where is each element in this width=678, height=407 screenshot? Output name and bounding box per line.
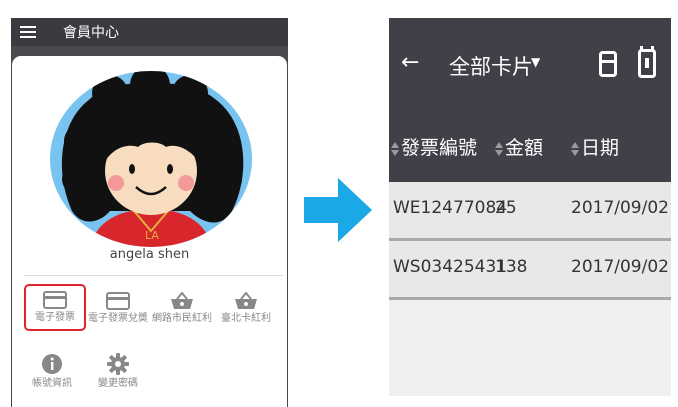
menu-label: 帳號資訊 <box>32 378 72 389</box>
card-icon <box>106 292 130 310</box>
menu-change-password[interactable]: 變更密碼 <box>88 353 148 389</box>
column-header-invoice-number[interactable]: 發票編號 <box>391 133 477 160</box>
menu-label: 變更密碼 <box>98 378 138 389</box>
transition-arrow-icon <box>300 176 376 248</box>
menu-label: 網路市民紅利 <box>152 313 212 324</box>
menu-label: 電子發票兌獎 <box>88 313 148 324</box>
profile-card: LA angela shen 電子發票 電子發票兌獎 網路市民紅利 臺北卡紅利 … <box>12 56 287 407</box>
table-header: 發票編號 金額 日期 <box>389 108 671 182</box>
back-arrow-icon[interactable]: ← <box>401 50 419 75</box>
menu-e-invoice[interactable]: 電子發票 <box>24 284 86 331</box>
avatar[interactable]: LA <box>50 71 252 247</box>
card-filter-dropdown[interactable]: 全部卡片 <box>449 51 533 81</box>
divider <box>24 275 283 276</box>
card-icon <box>43 291 67 309</box>
member-center-screen: 會員中心 LA angela shen 電子發票 電子發票兌獎 網路市民紅利 臺… <box>11 18 288 407</box>
table-row[interactable]: WS03425431 138 2017/09/02 <box>389 241 671 300</box>
sort-icon <box>391 141 399 156</box>
basket-icon <box>171 292 193 309</box>
invoice-amount: 138 <box>495 257 528 277</box>
basket-icon <box>235 292 257 309</box>
invoice-amount: 25 <box>495 198 517 218</box>
invoice-number: WE12477084 <box>393 198 508 218</box>
invoice-number: WS03425431 <box>393 257 508 277</box>
card-icon[interactable] <box>599 51 617 81</box>
sort-icon <box>571 141 579 156</box>
username: angela shen <box>109 247 190 262</box>
column-header-date[interactable]: 日期 <box>571 133 619 160</box>
app-header: ← 全部卡片 ▼ <box>389 18 671 108</box>
svg-text:LA: LA <box>145 229 159 242</box>
hamburger-menu-icon[interactable] <box>20 26 36 38</box>
menu-account-info[interactable]: 帳號資訊 <box>22 353 82 389</box>
sort-icon <box>495 141 503 156</box>
menu-citizen-bonus[interactable]: 網路市民紅利 <box>152 292 212 324</box>
info-icon <box>42 354 62 374</box>
menu-e-invoice-lottery[interactable]: 電子發票兌獎 <box>88 292 148 324</box>
app-header: 會員中心 <box>11 18 288 46</box>
mobile-barcode-icon[interactable] <box>638 46 656 82</box>
menu-label: 電子發票 <box>35 312 75 323</box>
page-title: 會員中心 <box>63 25 119 41</box>
menu-label: 臺北卡紅利 <box>221 313 271 324</box>
gear-icon <box>107 353 129 375</box>
invoice-list-screen: ← 全部卡片 ▼ 發票編號 金額 日期 WE12477084 25 2017/0… <box>389 18 671 396</box>
menu-taipei-card-bonus[interactable]: 臺北卡紅利 <box>216 292 276 324</box>
invoice-date: 2017/09/02 <box>571 257 669 277</box>
table-row[interactable]: WE12477084 25 2017/09/02 <box>389 182 671 241</box>
dropdown-caret-icon[interactable]: ▼ <box>531 55 540 69</box>
invoice-date: 2017/09/02 <box>571 198 669 218</box>
column-header-amount[interactable]: 金額 <box>495 133 543 160</box>
